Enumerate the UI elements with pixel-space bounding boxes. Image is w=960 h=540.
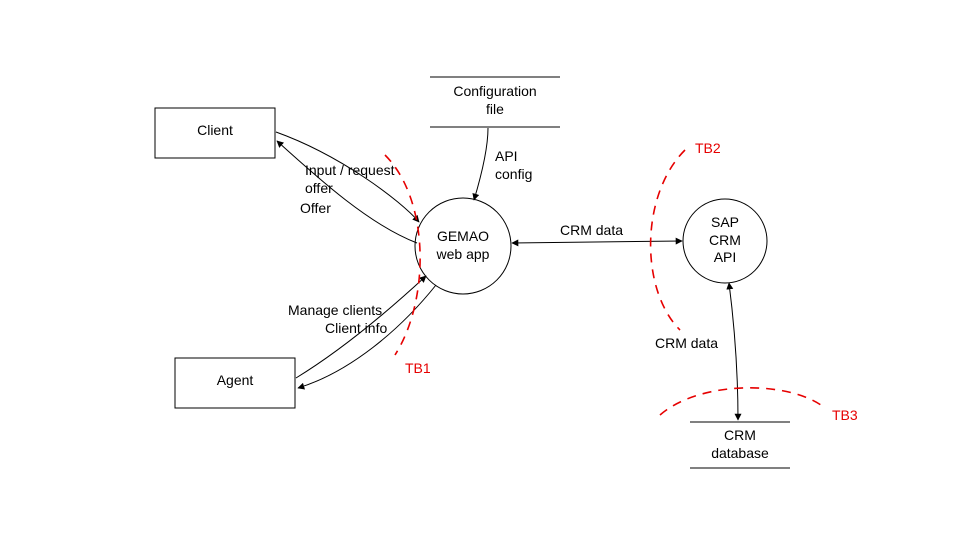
label-client: Client	[155, 122, 275, 140]
boundary-tb3	[660, 388, 825, 415]
flow-crm-data-1	[512, 241, 682, 243]
flow-crm-data-2	[729, 283, 738, 420]
label-sap: SAP CRM API	[683, 214, 767, 267]
label-crm-data-2: CRM data	[655, 335, 718, 353]
dfd-diagram	[0, 0, 960, 540]
label-tb2: TB2	[695, 140, 721, 158]
label-crmdb: CRM database	[690, 427, 790, 462]
flow-api-config	[474, 128, 488, 200]
label-client-info: Client info	[325, 320, 387, 338]
label-config: Configuration file	[430, 83, 560, 118]
label-crm-data-1: CRM data	[560, 222, 623, 240]
label-tb3: TB3	[832, 407, 858, 425]
label-input-request: Input / request offer	[305, 162, 395, 197]
label-offer: Offer	[300, 200, 331, 218]
label-tb1: TB1	[405, 360, 431, 378]
label-gemao: GEMAO web app	[415, 228, 511, 263]
label-api-config: API config	[495, 148, 532, 183]
label-manage-clients: Manage clients	[288, 302, 382, 320]
label-agent: Agent	[175, 372, 295, 390]
boundary-tb2	[651, 150, 685, 330]
